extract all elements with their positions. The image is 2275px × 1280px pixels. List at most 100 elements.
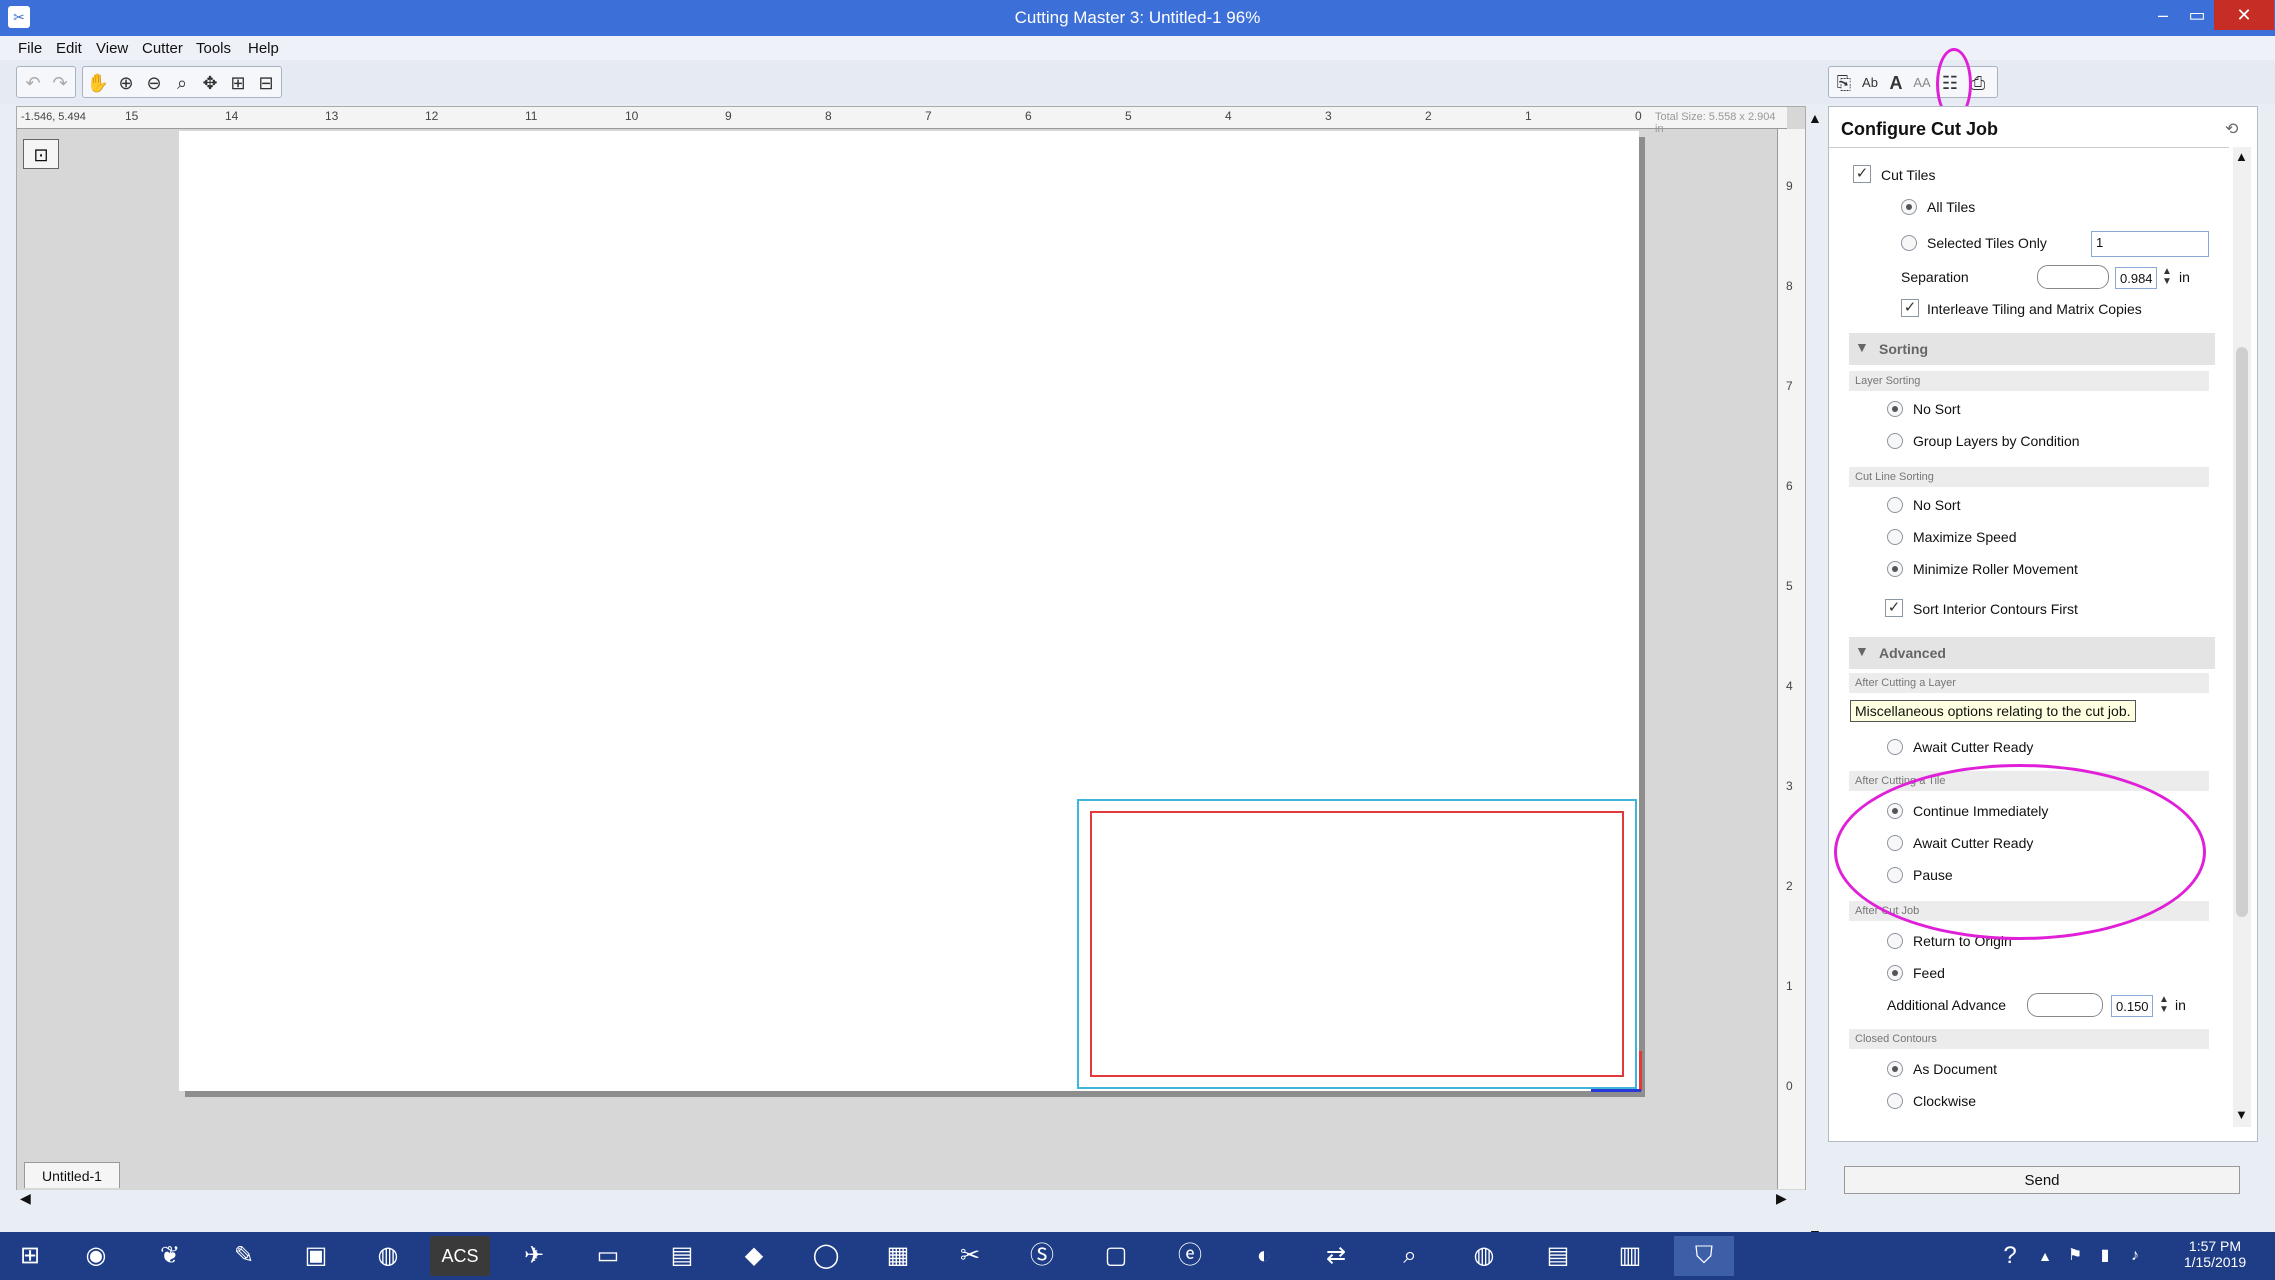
redo-icon[interactable]: ↷ [47, 70, 73, 96]
ruler-h-tick: 12 [425, 109, 439, 123]
scroll-up-icon[interactable]: ▲ [1808, 110, 1822, 126]
separation-spinner-icon[interactable]: ▲ ▼ [2162, 267, 2172, 287]
close-button[interactable]: ✕ [2214, 0, 2274, 30]
folder-icon[interactable]: ▭ [578, 1236, 638, 1276]
zoom-out-icon[interactable]: ⊖ [141, 70, 167, 96]
selected-tiles-radio[interactable] [1901, 235, 1917, 251]
document-tab[interactable]: Untitled-1 [24, 1162, 120, 1188]
panel-scroll-thumb[interactable] [2236, 347, 2248, 917]
sort-interior-checkbox[interactable]: ✓ [1885, 599, 1903, 617]
cut-tiles-checkbox[interactable]: ✓ [1853, 165, 1871, 183]
group-layers-radio[interactable] [1887, 433, 1903, 449]
origin-y-arrow-icon [1639, 1051, 1642, 1091]
office-icon[interactable]: ▤ [652, 1236, 712, 1276]
undo-icon[interactable]: ↶ [20, 70, 46, 96]
separation-input[interactable]: 0.984 [2115, 267, 2157, 289]
layer-no-sort-radio[interactable] [1887, 401, 1903, 417]
group-layers-label: Group Layers by Condition [1913, 433, 2080, 449]
notes-icon[interactable]: ✎ [214, 1236, 274, 1276]
edge-icon[interactable]: ⓔ [1160, 1236, 1220, 1276]
windows-start-icon[interactable]: ⊞ [0, 1236, 60, 1276]
zoom-selection-icon[interactable]: ⌕ [169, 70, 195, 96]
camera-icon[interactable]: ▣ [286, 1236, 346, 1276]
circle-app-icon[interactable]: ◯ [796, 1236, 856, 1276]
menu-edit[interactable]: Edit [56, 39, 82, 59]
separation-slider[interactable] [2037, 265, 2109, 289]
menu-view[interactable]: View [96, 39, 128, 59]
cutter-app-icon[interactable]: ✂ [940, 1236, 1000, 1276]
panel-scroll-down-icon[interactable]: ▼ [2235, 1107, 2248, 1122]
additional-advance-slider[interactable] [2027, 993, 2103, 1017]
additional-advance-input[interactable]: 0.150 [2111, 995, 2153, 1017]
cut-outline[interactable] [1090, 811, 1624, 1077]
calculator-icon[interactable]: ▦ [868, 1236, 928, 1276]
sorting-collapse-icon[interactable]: ▼ [1855, 339, 1869, 355]
menu-help[interactable]: Help [248, 39, 279, 59]
text-small-icon[interactable]: Ab [1857, 70, 1883, 96]
as-document-radio[interactable] [1887, 1061, 1903, 1077]
clock[interactable]: 1:57 PM 1/15/2019 [2170, 1238, 2260, 1270]
app-green-icon[interactable]: ❦ [140, 1236, 200, 1276]
canvas-area[interactable]: -1.546, 5.494 15 14 13 12 11 10 9 8 7 6 … [16, 106, 1806, 1196]
ball-app-icon[interactable]: ◍ [1454, 1236, 1514, 1276]
max-speed-radio[interactable] [1887, 529, 1903, 545]
tray-expand-icon[interactable]: ▲ [2030, 1236, 2060, 1276]
all-tiles-radio[interactable] [1901, 199, 1917, 215]
fit-page-icon[interactable]: ⊞ [225, 70, 251, 96]
advanced-collapse-icon[interactable]: ▼ [1855, 643, 1869, 659]
ball-icon[interactable]: ◍ [358, 1236, 418, 1276]
vertical-scrollbar[interactable]: ▲ ▼ [1806, 106, 1826, 1242]
asp-icon[interactable]: ✈ [504, 1236, 564, 1276]
clockwise-radio[interactable] [1887, 1093, 1903, 1109]
search-icon[interactable]: ⌕ [1380, 1236, 1440, 1276]
volume-icon[interactable]: ♪ [2120, 1236, 2150, 1276]
inkscape-icon[interactable]: ◆ [724, 1236, 784, 1276]
interleave-checkbox[interactable]: ✓ [1901, 299, 1919, 317]
flag-icon[interactable]: ⚑ [2060, 1236, 2090, 1276]
acs-app-icon[interactable]: ACS [430, 1236, 490, 1276]
pan-hand-icon[interactable]: ✋ [85, 70, 111, 96]
menu-tools[interactable]: Tools [196, 39, 231, 59]
network-icon[interactable]: ▮ [2090, 1236, 2120, 1276]
await-ready-layer-radio[interactable] [1887, 739, 1903, 755]
after-layer-header: After Cutting a Layer [1849, 673, 2209, 693]
scroll-right-icon[interactable]: ▶ [1776, 1190, 1787, 1207]
selected-tiles-input[interactable]: 1 [2091, 231, 2209, 257]
fit-width-icon[interactable]: ⊟ [253, 70, 279, 96]
layers-icon[interactable]: ⎘ [1831, 70, 1857, 96]
firefox-icon[interactable]: ◐ [1234, 1236, 1294, 1276]
text-size-icon[interactable]: AA [1909, 70, 1935, 96]
chrome-icon[interactable]: ◉ [66, 1236, 126, 1276]
teamviewer-icon[interactable]: ⇄ [1306, 1236, 1366, 1276]
send-button[interactable]: Send [1844, 1166, 2240, 1194]
advanced-section-header[interactable]: ▼ Advanced [1849, 637, 2215, 669]
min-roller-radio[interactable] [1887, 561, 1903, 577]
app-logo-icon[interactable]: ✂ [8, 6, 30, 28]
zoom-drag-icon[interactable]: ✥ [197, 70, 223, 96]
scroll-left-icon[interactable]: ◀ [20, 1190, 31, 1207]
skype-icon[interactable]: Ⓢ [1012, 1236, 1072, 1276]
window-icon[interactable]: ▢ [1086, 1236, 1146, 1276]
tiling-icon[interactable]: ⊡ [23, 139, 59, 169]
text-bold-icon[interactable]: A [1883, 70, 1909, 96]
help-icon[interactable]: ? [1990, 1236, 2030, 1276]
panel-scrollbar[interactable]: ▲ ▼ [2233, 147, 2251, 1127]
return-origin-radio[interactable] [1887, 933, 1903, 949]
horizontal-scrollbar[interactable]: ◀ ▶ [16, 1190, 1806, 1208]
cutting-master-task-icon[interactable]: ⛉ [1674, 1236, 1734, 1276]
document-app-icon[interactable]: ▤ [1528, 1236, 1588, 1276]
layer-no-sort-label: No Sort [1913, 401, 1961, 417]
menu-cutter[interactable]: Cutter [142, 39, 183, 59]
zoom-in-icon[interactable]: ⊕ [113, 70, 139, 96]
advance-spinner-icon[interactable]: ▲ ▼ [2159, 995, 2169, 1015]
vertical-ruler: 9 8 7 6 5 4 3 2 1 0 [1777, 129, 1805, 1189]
panel-reset-icon[interactable]: ⟲ [2225, 119, 2238, 139]
feed-radio[interactable] [1887, 965, 1903, 981]
ruler-v-tick: 2 [1786, 879, 1793, 893]
line-no-sort-radio[interactable] [1887, 497, 1903, 513]
panel-scroll-up-icon[interactable]: ▲ [2235, 149, 2248, 164]
menu-file[interactable]: File [18, 39, 42, 59]
send-area: Send [1828, 1152, 2258, 1206]
plotter-icon[interactable]: ▥ [1600, 1236, 1660, 1276]
sorting-section-header[interactable]: ▼ Sorting [1849, 333, 2215, 365]
